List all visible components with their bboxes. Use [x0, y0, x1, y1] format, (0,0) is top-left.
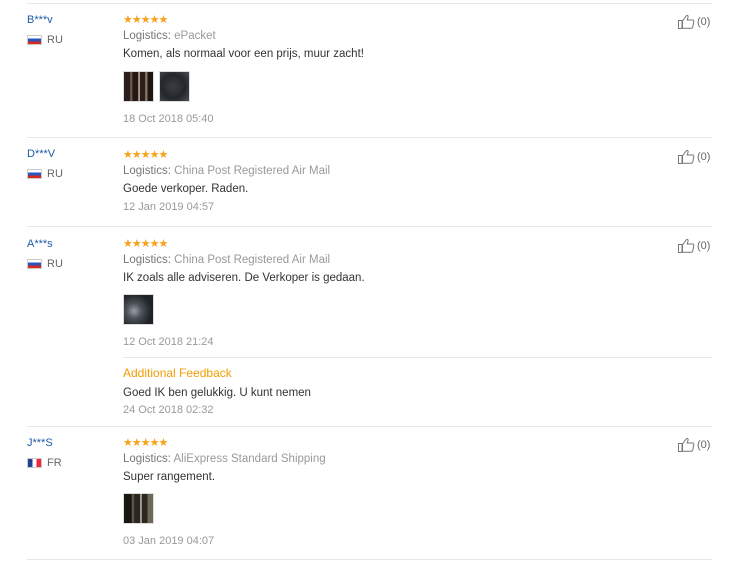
reviewer-name: A***s: [27, 238, 53, 250]
country-code: RU: [47, 258, 63, 270]
like-count: (0): [697, 438, 711, 451]
logistics-value: AliExpress Standard Shipping: [173, 453, 326, 465]
logistics-label: Logistics:: [123, 30, 171, 42]
thumbs-up-icon: [678, 437, 695, 452]
logistics-label: Logistics:: [123, 165, 171, 177]
divider: [27, 226, 712, 227]
review-text: Super rangement.: [123, 471, 216, 483]
like-button[interactable]: (0): [678, 149, 710, 164]
logistics-info: Logistics: AliExpress Standard Shipping: [123, 453, 326, 465]
reviewer-name: B***v: [27, 14, 53, 26]
country-code: RU: [47, 34, 63, 46]
review-text: IK zoals alle adviseren. De Verkoper is …: [123, 272, 365, 284]
additional-feedback-text: Goed IK ben gelukkig. U kunt nemen: [123, 387, 311, 399]
thumbs-up-icon: [678, 238, 695, 253]
review-date: 12 Jan 2019 04:57: [123, 201, 215, 213]
country-code: FR: [47, 457, 62, 469]
country-code: RU: [47, 168, 63, 180]
review-date: 12 Oct 2018 21:24: [123, 336, 214, 348]
france-flag-icon: [27, 458, 42, 468]
review-date: 18 Oct 2018 05:40: [123, 113, 214, 125]
logistics-info: Logistics: ePacket: [123, 30, 216, 42]
like-button[interactable]: (0): [678, 238, 710, 253]
russia-flag-icon: [27, 169, 42, 179]
additional-feedback-heading: Additional Feedback: [123, 366, 232, 380]
like-count: (0): [697, 239, 711, 252]
reviewer-name: J***S: [27, 437, 53, 449]
reviewer-name: D***V: [27, 148, 56, 160]
logistics-label: Logistics:: [123, 254, 171, 266]
like-button[interactable]: (0): [678, 14, 710, 29]
reviewer-country: RU: [27, 258, 63, 270]
reviewer-country: RU: [27, 34, 63, 46]
review-text: Komen, als normaal voor een prijs, muur …: [123, 48, 364, 60]
logistics-value: ePacket: [174, 30, 216, 42]
divider: [27, 559, 712, 560]
like-button[interactable]: (0): [678, 437, 710, 452]
like-count: (0): [697, 15, 711, 28]
review-date: 03 Jan 2019 04:07: [123, 535, 215, 547]
review-text: Goede verkoper. Raden.: [123, 183, 249, 195]
russia-flag-icon: [27, 35, 42, 45]
logistics-info: Logistics: China Post Registered Air Mai…: [123, 165, 330, 177]
review-photo-thumbnail[interactable]: [123, 493, 154, 524]
logistics-value: China Post Registered Air Mail: [174, 165, 331, 177]
review-photo-thumbnail[interactable]: [159, 71, 190, 102]
reviewer-country: FR: [27, 457, 62, 469]
thumbs-up-icon: [678, 14, 695, 29]
logistics-value: China Post Registered Air Mail: [174, 254, 331, 266]
logistics-info: Logistics: China Post Registered Air Mai…: [123, 254, 330, 266]
star-rating: ★★★★★: [123, 437, 168, 449]
russia-flag-icon: [27, 259, 42, 269]
divider: [123, 357, 712, 358]
review-photo-thumbnail[interactable]: [123, 294, 154, 325]
divider: [27, 426, 712, 427]
divider: [27, 3, 712, 4]
star-rating: ★★★★★: [123, 149, 168, 161]
star-rating: ★★★★★: [123, 14, 168, 26]
star-rating: ★★★★★: [123, 238, 168, 250]
reviewer-country: RU: [27, 168, 63, 180]
review-photo-thumbnail[interactable]: [123, 71, 154, 102]
additional-feedback-date: 24 Oct 2018 02:32: [123, 404, 214, 416]
thumbs-up-icon: [678, 149, 695, 164]
logistics-label: Logistics:: [123, 453, 171, 465]
like-count: (0): [697, 150, 711, 163]
divider: [27, 137, 712, 138]
